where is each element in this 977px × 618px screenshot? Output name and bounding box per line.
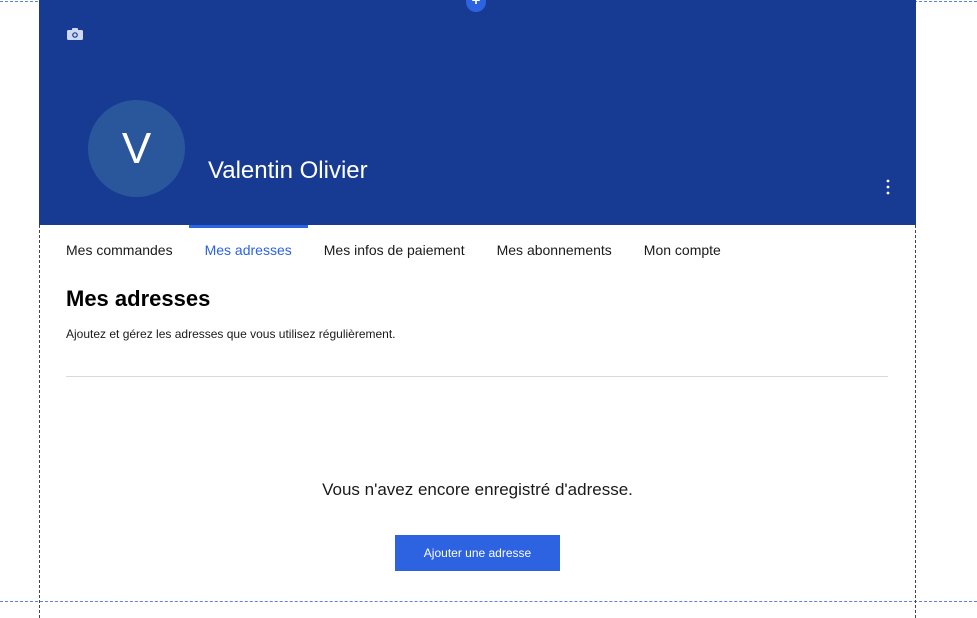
profile-banner: V Valentin Olivier — [39, 0, 916, 225]
page-description: Ajoutez et gérez les adresses que vous u… — [66, 327, 396, 341]
camera-icon[interactable] — [67, 28, 83, 40]
kebab-menu-icon[interactable] — [886, 179, 890, 195]
empty-state-message: Vous n'avez encore enregistré d'adresse. — [322, 480, 633, 499]
profile-name: Valentin Olivier — [208, 157, 368, 184]
account-tabs: Mes commandes Mes adresses Mes infos de … — [50, 225, 737, 275]
tab-mes-infos-de-paiement[interactable]: Mes infos de paiement — [308, 225, 481, 275]
page-title: Mes adresses — [66, 286, 211, 311]
tab-mes-adresses[interactable]: Mes adresses — [188, 225, 308, 275]
avatar[interactable]: V — [88, 100, 185, 197]
tab-mon-compte[interactable]: Mon compte — [628, 225, 737, 275]
section-guide-bottom — [0, 601, 977, 602]
divider — [66, 376, 888, 377]
tab-mes-abonnements[interactable]: Mes abonnements — [481, 225, 628, 275]
page: + V Valentin Olivier Mes commandes Mes a… — [0, 0, 977, 618]
tab-mes-commandes[interactable]: Mes commandes — [50, 225, 189, 275]
add-address-button[interactable]: Ajouter une adresse — [395, 535, 560, 571]
